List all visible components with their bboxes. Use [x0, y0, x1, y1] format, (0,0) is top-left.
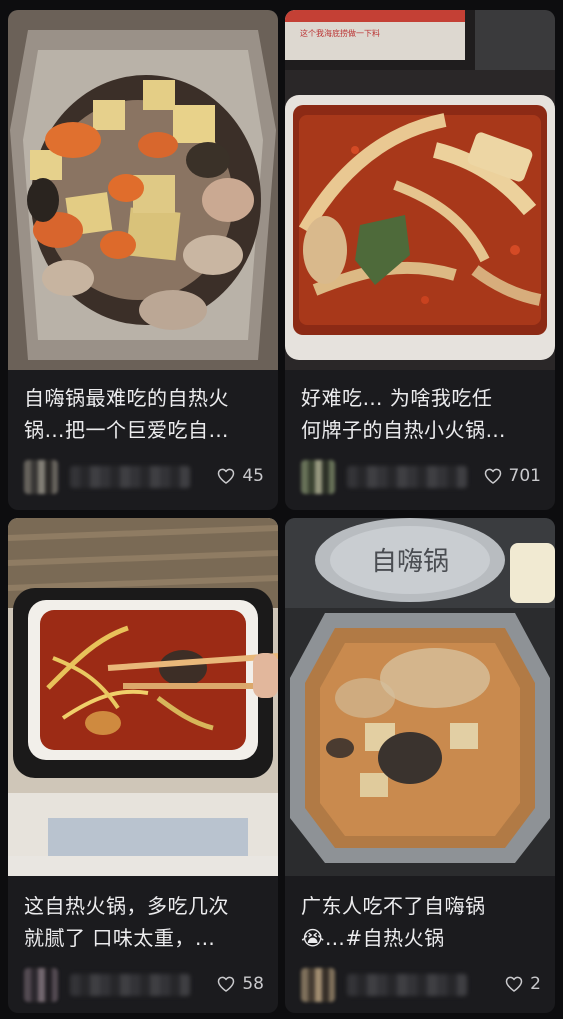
post-meta: 701	[301, 456, 541, 496]
post-thumbnail[interactable]	[285, 10, 555, 370]
author-avatar[interactable]	[24, 460, 58, 494]
author-name-blurred[interactable]	[70, 974, 190, 996]
author-name-blurred[interactable]	[347, 466, 467, 488]
post-title[interactable]: 广东人吃不了自嗨锅 😭…#自热火锅	[301, 890, 543, 954]
feed-card-1[interactable]: 自嗨锅最难吃的自热火 锅…把一个巨爱吃自… 45	[8, 10, 278, 510]
spicy-noodle-hotpot-photo-icon	[285, 10, 555, 370]
post-meta: 2	[301, 964, 541, 1004]
like-button[interactable]: 701	[483, 464, 541, 488]
like-button[interactable]: 2	[504, 972, 541, 996]
tofu-hotpot-photo-icon	[8, 10, 278, 370]
heart-icon	[484, 468, 501, 484]
post-title-line-1: 这自热火锅，多吃几次	[24, 894, 229, 918]
author-name-blurred[interactable]	[70, 466, 190, 488]
heart-icon	[505, 976, 523, 992]
post-title-line-2: 何牌子的自热小火锅…	[301, 418, 506, 442]
feed-card-4[interactable]: 自嗨锅 广东人吃不了自嗨锅 😭…#自热火锅 2	[285, 518, 555, 1013]
thumbnail-caption: 这个我海底捞做一下料	[300, 29, 380, 38]
like-count: 2	[530, 974, 541, 994]
post-title[interactable]: 自嗨锅最难吃的自热火 锅…把一个巨爱吃自…	[24, 382, 266, 446]
broth-hotpot-photo-icon: 自嗨锅	[285, 518, 555, 876]
author-avatar[interactable]	[301, 968, 335, 1002]
author-avatar[interactable]	[301, 460, 335, 494]
post-title-line-1: 好难吃… 为啥我吃任	[301, 386, 493, 410]
post-thumbnail[interactable]: 自嗨锅	[285, 518, 555, 876]
heart-icon	[218, 976, 235, 992]
like-count: 58	[242, 974, 264, 994]
like-count: 45	[242, 466, 264, 486]
like-count: 701	[508, 466, 541, 486]
like-button[interactable]: 58	[216, 972, 264, 996]
post-thumbnail[interactable]	[8, 10, 278, 370]
post-title-line-2: 锅…把一个巨爱吃自…	[24, 418, 229, 442]
post-title-line-2: 😭…#自热火锅	[301, 926, 445, 950]
author-name-blurred[interactable]	[347, 974, 467, 996]
post-title-line-1: 自嗨锅最难吃的自热火	[24, 386, 229, 410]
heart-icon	[218, 468, 235, 484]
post-thumbnail[interactable]	[8, 518, 278, 876]
post-meta: 45	[24, 456, 264, 496]
like-button[interactable]: 45	[216, 464, 264, 488]
author-avatar[interactable]	[24, 968, 58, 1002]
post-title-line-2: 就腻了 口味太重，…	[24, 926, 216, 950]
lid-brand-text: 自嗨锅	[371, 547, 449, 577]
feed-card-2[interactable]: 好难吃… 为啥我吃任 何牌子的自热小火锅… 701	[285, 10, 555, 510]
feed-card-3[interactable]: 这自热火锅，多吃几次 就腻了 口味太重，… 58	[8, 518, 278, 1013]
noodle-hotpot-chopsticks-photo-icon	[8, 518, 278, 876]
post-meta: 58	[24, 964, 264, 1004]
post-title[interactable]: 好难吃… 为啥我吃任 何牌子的自热小火锅…	[301, 382, 543, 446]
post-title[interactable]: 这自热火锅，多吃几次 就腻了 口味太重，…	[24, 890, 266, 954]
post-title-line-1: 广东人吃不了自嗨锅	[301, 894, 486, 918]
